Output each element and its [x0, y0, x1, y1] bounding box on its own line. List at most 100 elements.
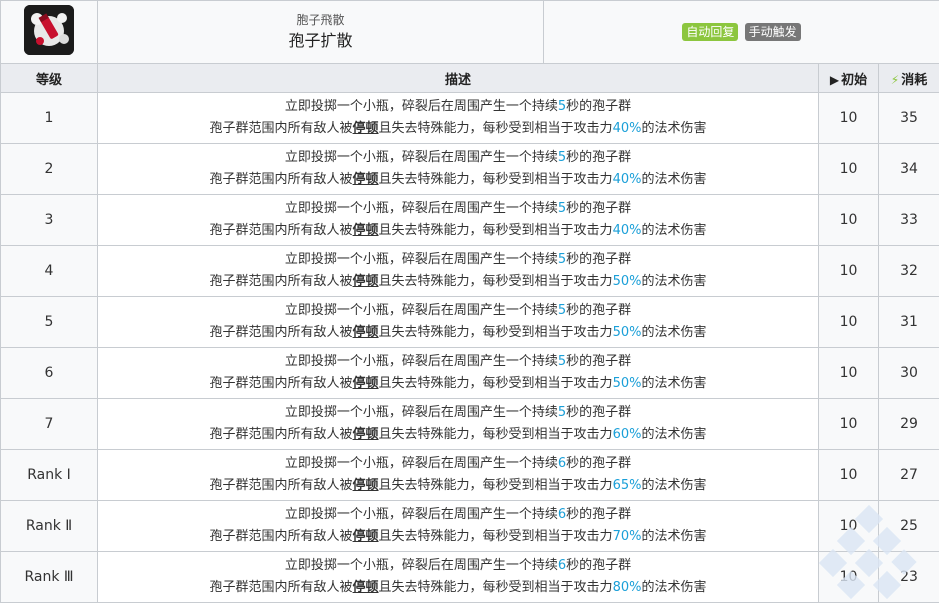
description-line-2: 孢子群范围内所有敌人被停顿且失去特殊能力，每秒受到相当于攻击力65%的法术伤害 — [98, 475, 818, 497]
play-icon: ▶ — [829, 72, 840, 87]
line1-suffix: 秒的孢子群 — [566, 456, 632, 471]
line2-prefix: 孢子群范围内所有敌人被 — [209, 580, 353, 595]
row-initial: 10 — [818, 398, 879, 450]
row-cost: 30 — [878, 347, 939, 399]
table-row: 7 立即投掷一个小瓶，碎裂后在周围产生一个持续5秒的孢子群 孢子群范围内所有敌人被停… — [0, 398, 939, 450]
line1-prefix: 立即投掷一个小瓶，碎裂后在周围产生一个持续 — [284, 558, 558, 573]
description-line-1: 立即投掷一个小瓶，碎裂后在周围产生一个持续6秒的孢子群 — [98, 555, 818, 577]
table-row: Rank Ⅲ 立即投掷一个小瓶，碎裂后在周围产生一个持续6秒的孢子群 孢子群范围内所… — [0, 551, 939, 603]
column-header-cost: ⚡ 消耗 — [878, 63, 939, 93]
skill-table: 胞子飛散 孢子扩散 自动回复 手动触发 等级 描述 ▶ 初始 ⚡ 消耗 1 立即投掷一… — [0, 0, 939, 603]
row-description: 立即投掷一个小瓶，碎裂后在周围产生一个持续5秒的孢子群 孢子群范围内所有敌人被停顿… — [97, 194, 819, 246]
row-level: 2 — [0, 143, 98, 195]
row-description: 立即投掷一个小瓶，碎裂后在周围产生一个持续5秒的孢子群 孢子群范围内所有敌人被停顿… — [97, 347, 819, 399]
keyword-link[interactable]: 停顿 — [353, 427, 379, 442]
line2-suffix: 的法术伤害 — [641, 121, 707, 136]
duration-value: 5 — [557, 405, 567, 420]
column-header-level: 等级 — [0, 63, 98, 93]
percent-value: 80% — [612, 580, 642, 595]
keyword-link[interactable]: 停顿 — [353, 223, 379, 238]
table-row: 2 立即投掷一个小瓶，碎裂后在周围产生一个持续5秒的孢子群 孢子群范围内所有敌人被停… — [0, 143, 939, 195]
row-level: 6 — [0, 347, 98, 399]
keyword-link[interactable]: 停顿 — [353, 325, 379, 340]
description-line-2: 孢子群范围内所有敌人被停顿且失去特殊能力，每秒受到相当于攻击力70%的法术伤害 — [98, 526, 818, 548]
row-initial: 10 — [818, 92, 879, 144]
description-line-2: 孢子群范围内所有敌人被停顿且失去特殊能力，每秒受到相当于攻击力40%的法术伤害 — [98, 118, 818, 140]
line2-mid: 且失去特殊能力，每秒受到相当于攻击力 — [378, 172, 613, 187]
line2-mid: 且失去特殊能力，每秒受到相当于攻击力 — [378, 529, 613, 544]
row-initial: 10 — [818, 245, 879, 297]
skill-original-name: 胞子飛散 — [296, 13, 345, 27]
row-description: 立即投掷一个小瓶，碎裂后在周围产生一个持续6秒的孢子群 孢子群范围内所有敌人被停顿… — [97, 551, 819, 603]
table-row: 5 立即投掷一个小瓶，碎裂后在周围产生一个持续5秒的孢子群 孢子群范围内所有敌人被停… — [0, 296, 939, 348]
percent-value: 40% — [612, 121, 642, 136]
line1-suffix: 秒的孢子群 — [566, 150, 632, 165]
row-description: 立即投掷一个小瓶，碎裂后在周围产生一个持续5秒的孢子群 孢子群范围内所有敌人被停顿… — [97, 92, 819, 144]
row-initial: 10 — [818, 347, 879, 399]
column-header-description: 描述 — [97, 63, 819, 93]
description-line-2: 孢子群范围内所有敌人被停顿且失去特殊能力，每秒受到相当于攻击力60%的法术伤害 — [98, 424, 818, 446]
line2-prefix: 孢子群范围内所有敌人被 — [209, 478, 353, 493]
line1-prefix: 立即投掷一个小瓶，碎裂后在周围产生一个持续 — [284, 507, 558, 522]
line1-prefix: 立即投掷一个小瓶，碎裂后在周围产生一个持续 — [284, 354, 558, 369]
keyword-link[interactable]: 停顿 — [353, 529, 379, 544]
line2-suffix: 的法术伤害 — [641, 580, 707, 595]
skill-header-row: 胞子飛散 孢子扩散 自动回复 手动触发 — [0, 0, 939, 64]
line2-prefix: 孢子群范围内所有敌人被 — [209, 427, 353, 442]
row-level: Rank Ⅰ — [0, 449, 98, 501]
keyword-link[interactable]: 停顿 — [353, 121, 379, 136]
table-row: 3 立即投掷一个小瓶，碎裂后在周围产生一个持续5秒的孢子群 孢子群范围内所有敌人被停… — [0, 194, 939, 246]
row-cost: 33 — [878, 194, 939, 246]
percent-value: 40% — [612, 223, 642, 238]
keyword-link[interactable]: 停顿 — [353, 172, 379, 187]
row-cost: 25 — [878, 500, 939, 552]
line1-suffix: 秒的孢子群 — [566, 507, 632, 522]
keyword-link[interactable]: 停顿 — [353, 274, 379, 289]
keyword-link[interactable]: 停顿 — [353, 580, 379, 595]
description-line-1: 立即投掷一个小瓶，碎裂后在周围产生一个持续5秒的孢子群 — [98, 351, 818, 373]
row-initial: 10 — [818, 551, 879, 603]
skill-name-cell: 胞子飛散 孢子扩散 — [97, 0, 544, 64]
row-description: 立即投掷一个小瓶，碎裂后在周围产生一个持续5秒的孢子群 孢子群范围内所有敌人被停顿… — [97, 296, 819, 348]
line2-prefix: 孢子群范围内所有敌人被 — [209, 121, 353, 136]
line2-mid: 且失去特殊能力，每秒受到相当于攻击力 — [378, 580, 613, 595]
description-line-2: 孢子群范围内所有敌人被停顿且失去特殊能力，每秒受到相当于攻击力50%的法术伤害 — [98, 373, 818, 395]
line2-mid: 且失去特殊能力，每秒受到相当于攻击力 — [378, 478, 613, 493]
duration-value: 6 — [557, 507, 567, 522]
percent-value: 70% — [612, 529, 642, 544]
line1-suffix: 秒的孢子群 — [566, 405, 632, 420]
description-line-2: 孢子群范围内所有敌人被停顿且失去特殊能力，每秒受到相当于攻击力80%的法术伤害 — [98, 577, 818, 599]
line1-prefix: 立即投掷一个小瓶，碎裂后在周围产生一个持续 — [284, 405, 558, 420]
line2-mid: 且失去特殊能力，每秒受到相当于攻击力 — [378, 274, 613, 289]
line1-prefix: 立即投掷一个小瓶，碎裂后在周围产生一个持续 — [284, 150, 558, 165]
duration-value: 5 — [557, 99, 567, 114]
duration-value: 6 — [557, 456, 567, 471]
line2-prefix: 孢子群范围内所有敌人被 — [209, 529, 353, 544]
description-line-2: 孢子群范围内所有敌人被停顿且失去特殊能力，每秒受到相当于攻击力40%的法术伤害 — [98, 169, 818, 191]
line1-suffix: 秒的孢子群 — [566, 99, 632, 114]
line2-mid: 且失去特殊能力，每秒受到相当于攻击力 — [378, 223, 613, 238]
description-line-1: 立即投掷一个小瓶，碎裂后在周围产生一个持续5秒的孢子群 — [98, 402, 818, 424]
skill-tags-cell: 自动回复 手动触发 — [543, 0, 939, 64]
row-cost: 29 — [878, 398, 939, 450]
keyword-link[interactable]: 停顿 — [353, 376, 379, 391]
line1-suffix: 秒的孢子群 — [566, 201, 632, 216]
skill-page: 胞子飛散 孢子扩散 自动回复 手动触发 等级 描述 ▶ 初始 ⚡ 消耗 1 立即投掷一… — [0, 0, 939, 603]
table-row: 1 立即投掷一个小瓶，碎裂后在周围产生一个持续5秒的孢子群 孢子群范围内所有敌人被停… — [0, 92, 939, 144]
row-description: 立即投掷一个小瓶，碎裂后在周围产生一个持续5秒的孢子群 孢子群范围内所有敌人被停顿… — [97, 143, 819, 195]
row-description: 立即投掷一个小瓶，碎裂后在周围产生一个持续6秒的孢子群 孢子群范围内所有敌人被停顿… — [97, 500, 819, 552]
row-description: 立即投掷一个小瓶，碎裂后在周围产生一个持续5秒的孢子群 孢子群范围内所有敌人被停顿… — [97, 398, 819, 450]
row-description: 立即投掷一个小瓶，碎裂后在周围产生一个持续5秒的孢子群 孢子群范围内所有敌人被停顿… — [97, 245, 819, 297]
column-header-initial: ▶ 初始 — [818, 63, 879, 93]
line2-prefix: 孢子群范围内所有敌人被 — [209, 223, 353, 238]
line2-suffix: 的法术伤害 — [641, 427, 707, 442]
description-line-1: 立即投掷一个小瓶，碎裂后在周围产生一个持续6秒的孢子群 — [98, 504, 818, 526]
line2-mid: 且失去特殊能力，每秒受到相当于攻击力 — [378, 121, 613, 136]
keyword-link[interactable]: 停顿 — [353, 478, 379, 493]
row-cost: 35 — [878, 92, 939, 144]
line2-mid: 且失去特殊能力，每秒受到相当于攻击力 — [378, 427, 613, 442]
row-initial: 10 — [818, 296, 879, 348]
percent-value: 40% — [612, 172, 642, 187]
column-header-cost-label: 消耗 — [901, 72, 928, 88]
skill-name: 孢子扩散 — [288, 31, 353, 50]
